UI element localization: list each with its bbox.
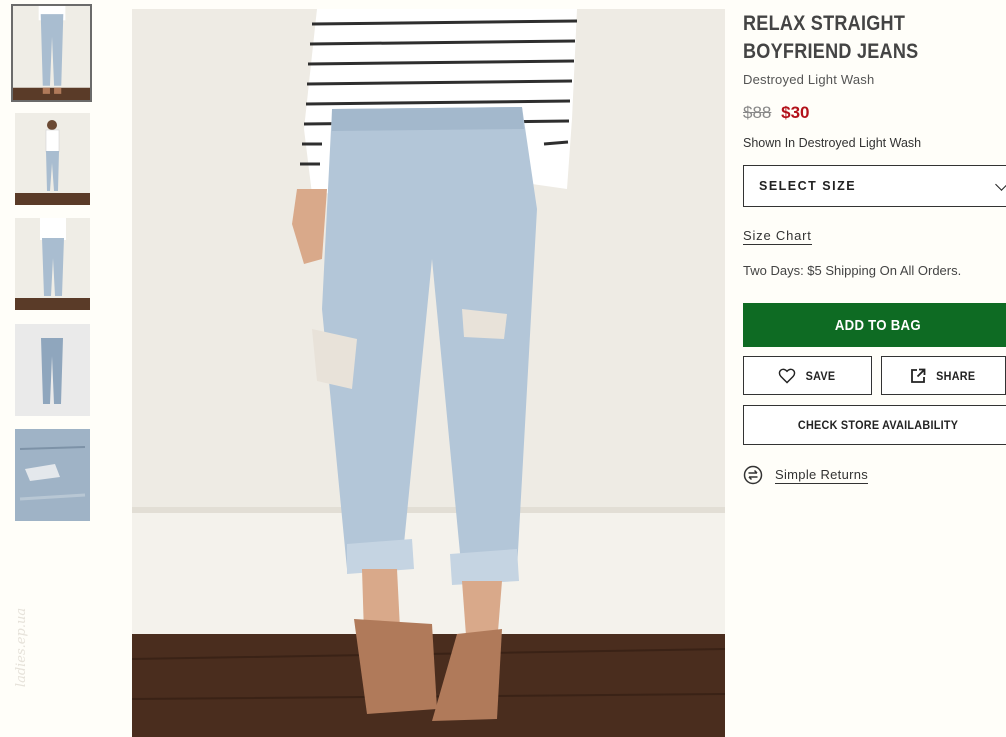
chevron-down-icon: [995, 177, 1006, 191]
check-store-label: CHECK STORE AVAILABILITY: [797, 418, 959, 432]
simple-returns-link[interactable]: Simple Returns: [775, 467, 869, 484]
watermark-text: ladies.ep.ua: [14, 607, 30, 688]
check-store-availability-button[interactable]: CHECK STORE AVAILABILITY: [743, 405, 1006, 445]
share-icon: [911, 368, 926, 383]
share-button[interactable]: SHARE: [881, 356, 1006, 395]
simple-returns-row: Simple Returns: [743, 465, 1006, 485]
heart-icon: [778, 368, 796, 384]
shipping-note: Two Days: $5 Shipping On All Orders.: [743, 263, 962, 278]
share-label: SHARE: [936, 368, 976, 383]
thumbnail-4[interactable]: [15, 324, 90, 416]
add-to-bag-button[interactable]: ADD TO BAG: [743, 303, 1006, 347]
save-label: SAVE: [805, 368, 836, 383]
thumbnail-5[interactable]: [15, 429, 90, 521]
thumbnail-1-active[interactable]: [11, 4, 92, 102]
shown-in-text: Shown In Destroyed Light Wash: [743, 136, 922, 150]
exchange-icon: [743, 465, 763, 485]
sale-price: $30: [781, 103, 810, 122]
original-price: $88: [743, 103, 772, 122]
thumbnail-2[interactable]: [15, 113, 90, 205]
save-share-row: SAVE SHARE: [743, 356, 1006, 395]
select-size-dropdown[interactable]: SELECT SIZE: [743, 165, 1006, 207]
price-block: $88 $30: [743, 103, 1006, 123]
size-chart-link[interactable]: Size Chart: [743, 228, 812, 245]
product-title: RELAX STRAIGHT BOYFRIEND JEANS: [743, 12, 919, 63]
thumbnail-3[interactable]: [15, 218, 90, 310]
thumbnail-gallery: ladies.ep.ua: [0, 0, 110, 737]
product-color-name: Destroyed Light Wash: [743, 72, 875, 87]
add-to-bag-label: ADD TO BAG: [834, 316, 921, 334]
product-detail-panel: RELAX STRAIGHT BOYFRIEND JEANS Destroyed…: [743, 10, 1006, 485]
main-product-image: [132, 9, 725, 737]
select-size-label: SELECT SIZE: [759, 179, 857, 193]
save-button[interactable]: SAVE: [743, 356, 873, 395]
